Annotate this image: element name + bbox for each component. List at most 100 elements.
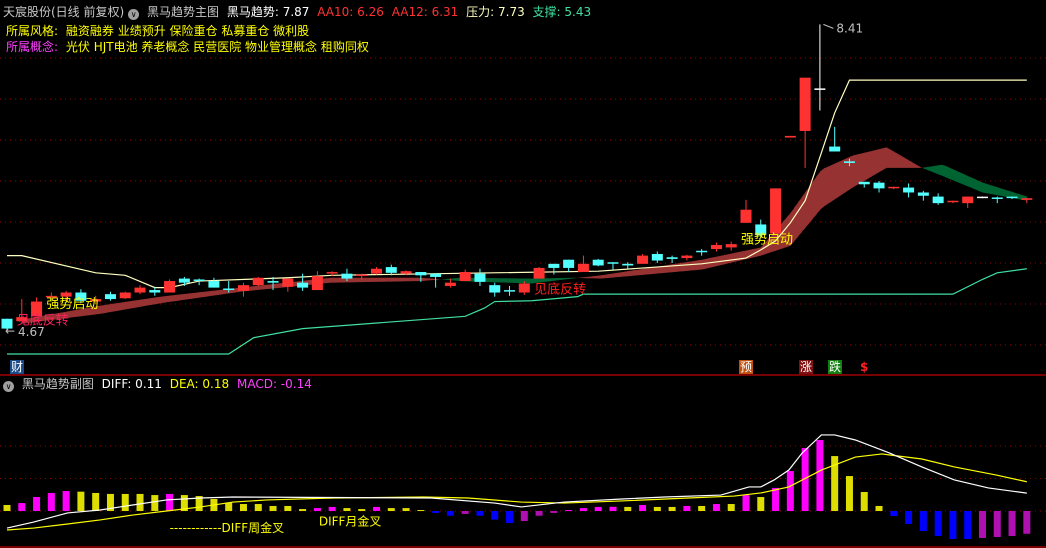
- macd-bar: [949, 511, 957, 539]
- trend-band-segment: [564, 277, 570, 280]
- trend-band-segment: [686, 261, 691, 271]
- trend-band-segment: [103, 304, 108, 314]
- macd-bar: [712, 504, 720, 511]
- trend-band-segment: [1015, 193, 1020, 200]
- trend-band-segment: [638, 268, 643, 276]
- finance-badge[interactable]: 财: [10, 360, 25, 374]
- trend-band-segment: [402, 277, 407, 282]
- macd-bar: [653, 506, 661, 511]
- trend-band-segment: [720, 255, 725, 266]
- high-arrow-icon: [823, 23, 834, 29]
- macd-bar: [816, 439, 824, 511]
- candle-body: [444, 282, 456, 286]
- macd-bar: [47, 492, 55, 511]
- macd-bar: [476, 511, 484, 516]
- trend-band-segment: [424, 278, 429, 281]
- macd-bar: [239, 504, 247, 511]
- rise-badge[interactable]: 涨: [799, 360, 814, 374]
- trend-band-segment: [213, 290, 219, 296]
- candle-body: [829, 146, 841, 152]
- candle-body: [873, 182, 885, 189]
- macd-bar: [757, 497, 765, 511]
- trend-band-segment: [524, 278, 529, 284]
- trend-band-segment: [594, 275, 599, 279]
- chevron-down-icon[interactable]: ∨: [3, 381, 14, 392]
- trend-band-segment: [546, 278, 551, 282]
- macd-bar: [1023, 511, 1031, 534]
- trend-band-segment: [513, 278, 518, 283]
- macd-bar: [417, 510, 425, 512]
- macd-bar: [461, 511, 469, 514]
- macd-bar: [166, 493, 174, 511]
- trend-band-segment: [986, 183, 991, 194]
- trend-band-segment: [561, 277, 566, 280]
- macd-bar: [535, 511, 543, 516]
- macd-bar: [890, 511, 898, 517]
- candle-body: [489, 285, 501, 293]
- trend-band-segment: [409, 277, 414, 282]
- trend-band-segment: [971, 177, 976, 190]
- macd-bar: [343, 508, 351, 511]
- candle-body: [252, 277, 264, 286]
- trend-band-segment: [335, 277, 340, 283]
- trend-band-segment: [273, 283, 278, 289]
- dollar-icon[interactable]: $: [859, 360, 869, 374]
- macd-bar: [402, 508, 410, 511]
- trend-band-segment: [642, 268, 647, 275]
- trend-band-segment: [494, 278, 499, 283]
- trend-band-segment: [683, 262, 688, 272]
- candle-body: [577, 263, 589, 273]
- candle-body: [843, 161, 855, 163]
- trend-band-segment: [675, 263, 680, 272]
- trend-band-segment: [646, 267, 651, 275]
- candle-body: [563, 259, 575, 268]
- candle-body: [784, 135, 796, 138]
- trend-band-segment: [941, 164, 946, 178]
- trend-band-segment: [1004, 189, 1009, 198]
- fall-badge[interactable]: 跌: [828, 360, 843, 374]
- macd-bar: [639, 504, 647, 511]
- trend-band-segment: [830, 163, 836, 202]
- trend-band-segment: [904, 158, 909, 168]
- macd-bar: [387, 508, 395, 511]
- trend-band-segment: [867, 150, 873, 179]
- trend-band-segment: [901, 155, 906, 168]
- diff-value: DIFF: 0.11: [101, 377, 162, 391]
- stock-chart[interactable]: 8.41← 4.67强势启动见底反转见底反转强势启动------------DIF…: [0, 0, 1046, 548]
- macd-bar: [358, 509, 366, 511]
- candle-body: [297, 282, 309, 288]
- trend-band-segment: [184, 293, 189, 300]
- trend-band-segment: [879, 148, 884, 173]
- trend-band-segment: [491, 278, 496, 283]
- trend-band-segment: [871, 150, 876, 177]
- trend-band-segment: [975, 179, 980, 191]
- trend-band-segment: [964, 174, 969, 187]
- trend-band-segment: [915, 164, 921, 168]
- trend-band-segment: [420, 277, 425, 282]
- trend-band-segment: [176, 294, 182, 301]
- macd-bar: [579, 508, 587, 511]
- trend-band-segment: [173, 294, 178, 302]
- candle-body: [962, 196, 974, 204]
- macd-annotation: ------------DIFF周金叉: [170, 520, 285, 535]
- macd-annotation: DIFF月金叉: [319, 514, 382, 529]
- trend-band-segment: [210, 290, 215, 297]
- macd-bar: [506, 511, 514, 524]
- candle-body: [518, 283, 530, 293]
- trend-band-segment: [819, 168, 824, 210]
- trend-band-segment: [265, 284, 270, 290]
- candle-body: [237, 285, 249, 291]
- macd-bar: [993, 511, 1001, 537]
- trend-band-segment: [206, 291, 211, 297]
- macd-bar: [151, 495, 159, 511]
- macd-bar: [491, 511, 499, 520]
- trend-band-segment: [860, 152, 865, 183]
- candle-body: [903, 187, 915, 193]
- sub-indicator-name[interactable]: 黑马趋势副图: [22, 377, 94, 391]
- forecast-badge[interactable]: 预: [739, 360, 754, 374]
- trend-band-segment: [723, 254, 728, 265]
- trend-band-segment: [624, 271, 629, 277]
- trend-band-segment: [834, 161, 839, 200]
- trend-band-segment: [849, 155, 854, 190]
- trend-band-segment: [509, 278, 514, 283]
